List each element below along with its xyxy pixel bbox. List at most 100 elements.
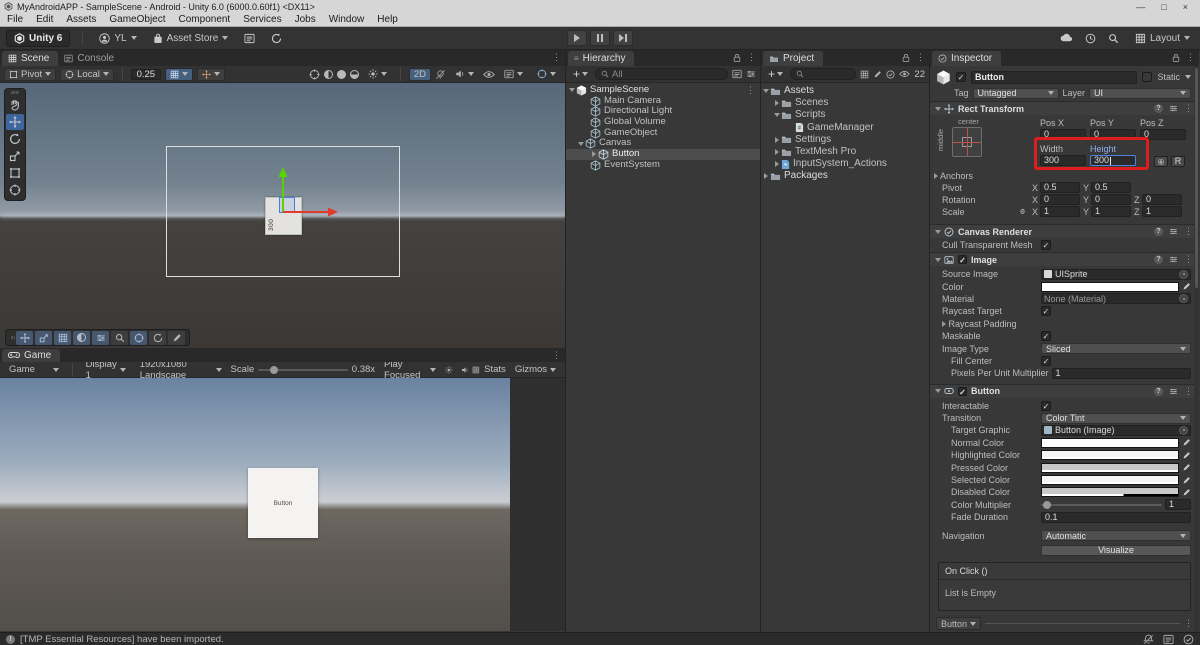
eyedropper-icon[interactable] (1182, 476, 1191, 485)
hierarchy-sort-icon[interactable] (746, 69, 756, 79)
console-log-icon[interactable] (1163, 634, 1174, 645)
presets-icon[interactable] (1169, 255, 1178, 264)
shading-mode-icon[interactable] (324, 70, 333, 79)
transform-tool[interactable] (6, 182, 24, 198)
project-row-textmeshpro[interactable]: TextMesh Pro (761, 146, 929, 158)
hidden-count-eye-icon[interactable] (899, 70, 910, 78)
tab-console[interactable]: Console (58, 51, 123, 66)
rect-transform-header[interactable]: Rect Transform ? ⋮ (930, 101, 1199, 115)
height-field[interactable]: 300 (1090, 155, 1136, 166)
raw-edit-mode-button[interactable]: R (1171, 156, 1185, 167)
rotation-z-field[interactable]: 0 (1142, 194, 1182, 205)
minimize-button[interactable]: — (1136, 2, 1145, 12)
tab-inspector[interactable]: Inspector (932, 51, 1001, 66)
game-view-dropdown[interactable]: Game (4, 363, 64, 376)
audio-toggle[interactable] (450, 68, 479, 81)
presets-icon[interactable] (1169, 387, 1178, 396)
play-focused-dropdown[interactable]: Play Focused (379, 363, 441, 376)
view-tool-hand[interactable] (6, 97, 24, 113)
hierarchy-add-button[interactable]: + (570, 68, 591, 81)
version-control-icon[interactable] (267, 31, 286, 46)
move-gizmo[interactable] (250, 165, 370, 235)
menu-services[interactable]: Services (243, 14, 281, 25)
move-tool[interactable] (6, 114, 24, 130)
search-by-type-icon[interactable] (860, 70, 869, 79)
overlay-move-icon[interactable] (16, 331, 33, 345)
active-checkbox[interactable]: ✓ (956, 72, 966, 82)
project-row-inputsystem[interactable]: InputSystem_Actions (761, 158, 929, 170)
project-row-assets[interactable]: Assets (761, 85, 929, 97)
gameobject-name-field[interactable]: Button (971, 71, 1137, 84)
component-menu-icon[interactable]: ⋮ (1184, 226, 1193, 237)
effects-dropdown[interactable] (499, 68, 528, 81)
project-row-settings[interactable]: Settings (761, 134, 929, 146)
menu-help[interactable]: Help (377, 14, 398, 25)
tag-dropdown[interactable]: Untagged (973, 88, 1059, 99)
inspector-scrollbar[interactable] (1194, 66, 1199, 632)
game-button-object[interactable]: Button (248, 468, 318, 538)
component-menu-icon[interactable]: ⋮ (1184, 103, 1193, 114)
overlay-flag-icon[interactable] (149, 331, 166, 345)
undo-history-icon[interactable] (1085, 33, 1096, 44)
button-component-header[interactable]: ✓ Button ? ⋮ (930, 384, 1199, 398)
overlay-strip-handle[interactable]: ≡ (10, 335, 15, 339)
selected-color-swatch[interactable] (1041, 475, 1179, 485)
eyedropper-icon[interactable] (1182, 451, 1191, 460)
scene-viewport[interactable]: 300 ≡≡ (0, 83, 565, 348)
overlay-handle[interactable]: ≡≡ (11, 91, 19, 96)
fade-duration-field[interactable]: 0.1 (1041, 512, 1191, 523)
tab-project[interactable]: Project (763, 51, 823, 66)
increment-snap-dropdown[interactable] (197, 68, 225, 81)
pos-z-field[interactable]: 0 (1140, 129, 1186, 140)
raycast-padding-foldout[interactable]: Raycast Padding (942, 319, 1017, 329)
interactable-checkbox[interactable]: ✓ (1041, 401, 1051, 411)
cloud-icon[interactable] (1060, 33, 1073, 43)
resolution-dropdown[interactable]: 1920x1080 Landscape (135, 363, 227, 376)
raycast-target-checkbox[interactable]: ✓ (1041, 306, 1051, 316)
project-row-scripts[interactable]: Scripts (761, 109, 929, 121)
help-icon[interactable]: ? (1154, 227, 1163, 236)
image-type-dropdown[interactable]: Sliced (1041, 343, 1191, 354)
image-enabled-checkbox[interactable]: ✓ (958, 255, 967, 264)
hierarchy-row-canvas[interactable]: Canvas (566, 138, 760, 149)
game-viewport[interactable]: Button (0, 378, 565, 631)
rotation-x-field[interactable]: 0 (1040, 194, 1080, 205)
vsync-grid-icon[interactable] (472, 365, 480, 375)
pos-x-field[interactable]: 0 (1040, 129, 1086, 140)
hierarchy-row-volume[interactable]: Global Volume (566, 117, 760, 128)
project-add-button[interactable]: + (765, 68, 786, 81)
hierarchy-menu-icon[interactable]: ⋮ (747, 52, 756, 63)
overlay-grid-icon[interactable] (54, 331, 71, 345)
asset-store-dropdown[interactable]: Asset Store (149, 31, 233, 46)
project-menu-icon[interactable]: ⋮ (916, 52, 925, 63)
material-field[interactable]: None (Material) (1041, 293, 1191, 304)
rotate-tool[interactable] (6, 131, 24, 147)
step-button[interactable] (613, 30, 633, 46)
help-icon[interactable]: ? (1154, 255, 1163, 264)
gizmos-dropdown[interactable]: Gizmos (510, 363, 561, 376)
width-field[interactable]: 300 (1040, 155, 1086, 166)
project-row-packages[interactable]: Packages (761, 170, 929, 182)
pivot-x-field[interactable]: 0.5 (1040, 182, 1080, 193)
rotation-y-field[interactable]: 0 (1091, 194, 1131, 205)
shadow-mode-icon[interactable] (350, 70, 359, 79)
overlay-compass-icon[interactable] (168, 331, 185, 345)
hierarchy-search-input[interactable]: All (595, 68, 728, 80)
image-header[interactable]: ✓ Image ? ⋮ (930, 252, 1199, 266)
component-menu-icon[interactable]: ⋮ (1184, 254, 1193, 265)
color-multiplier-slider[interactable] (1041, 504, 1162, 506)
canvas-renderer-header[interactable]: Canvas Renderer ? ⋮ (930, 224, 1199, 238)
project-row-scenes[interactable]: Scenes (761, 97, 929, 109)
object-picker-icon[interactable] (1179, 294, 1188, 303)
footer-menu-icon[interactable]: ⋮ (1184, 618, 1193, 629)
eyedropper-icon[interactable] (1182, 463, 1191, 472)
scene-panel-menu-icon[interactable]: ⋮ (552, 52, 561, 63)
frame-debugger-icon[interactable] (445, 365, 453, 375)
static-dropdown-caret[interactable] (1185, 75, 1191, 79)
menu-assets[interactable]: Assets (66, 14, 96, 25)
grid-snap-size-field[interactable]: 0.25 (131, 69, 161, 80)
lock-icon[interactable] (733, 53, 741, 63)
scale-z-field[interactable]: 1 (1142, 206, 1182, 217)
flare-dropdown[interactable] (363, 68, 392, 81)
hierarchy-row-button[interactable]: Button (566, 149, 760, 160)
